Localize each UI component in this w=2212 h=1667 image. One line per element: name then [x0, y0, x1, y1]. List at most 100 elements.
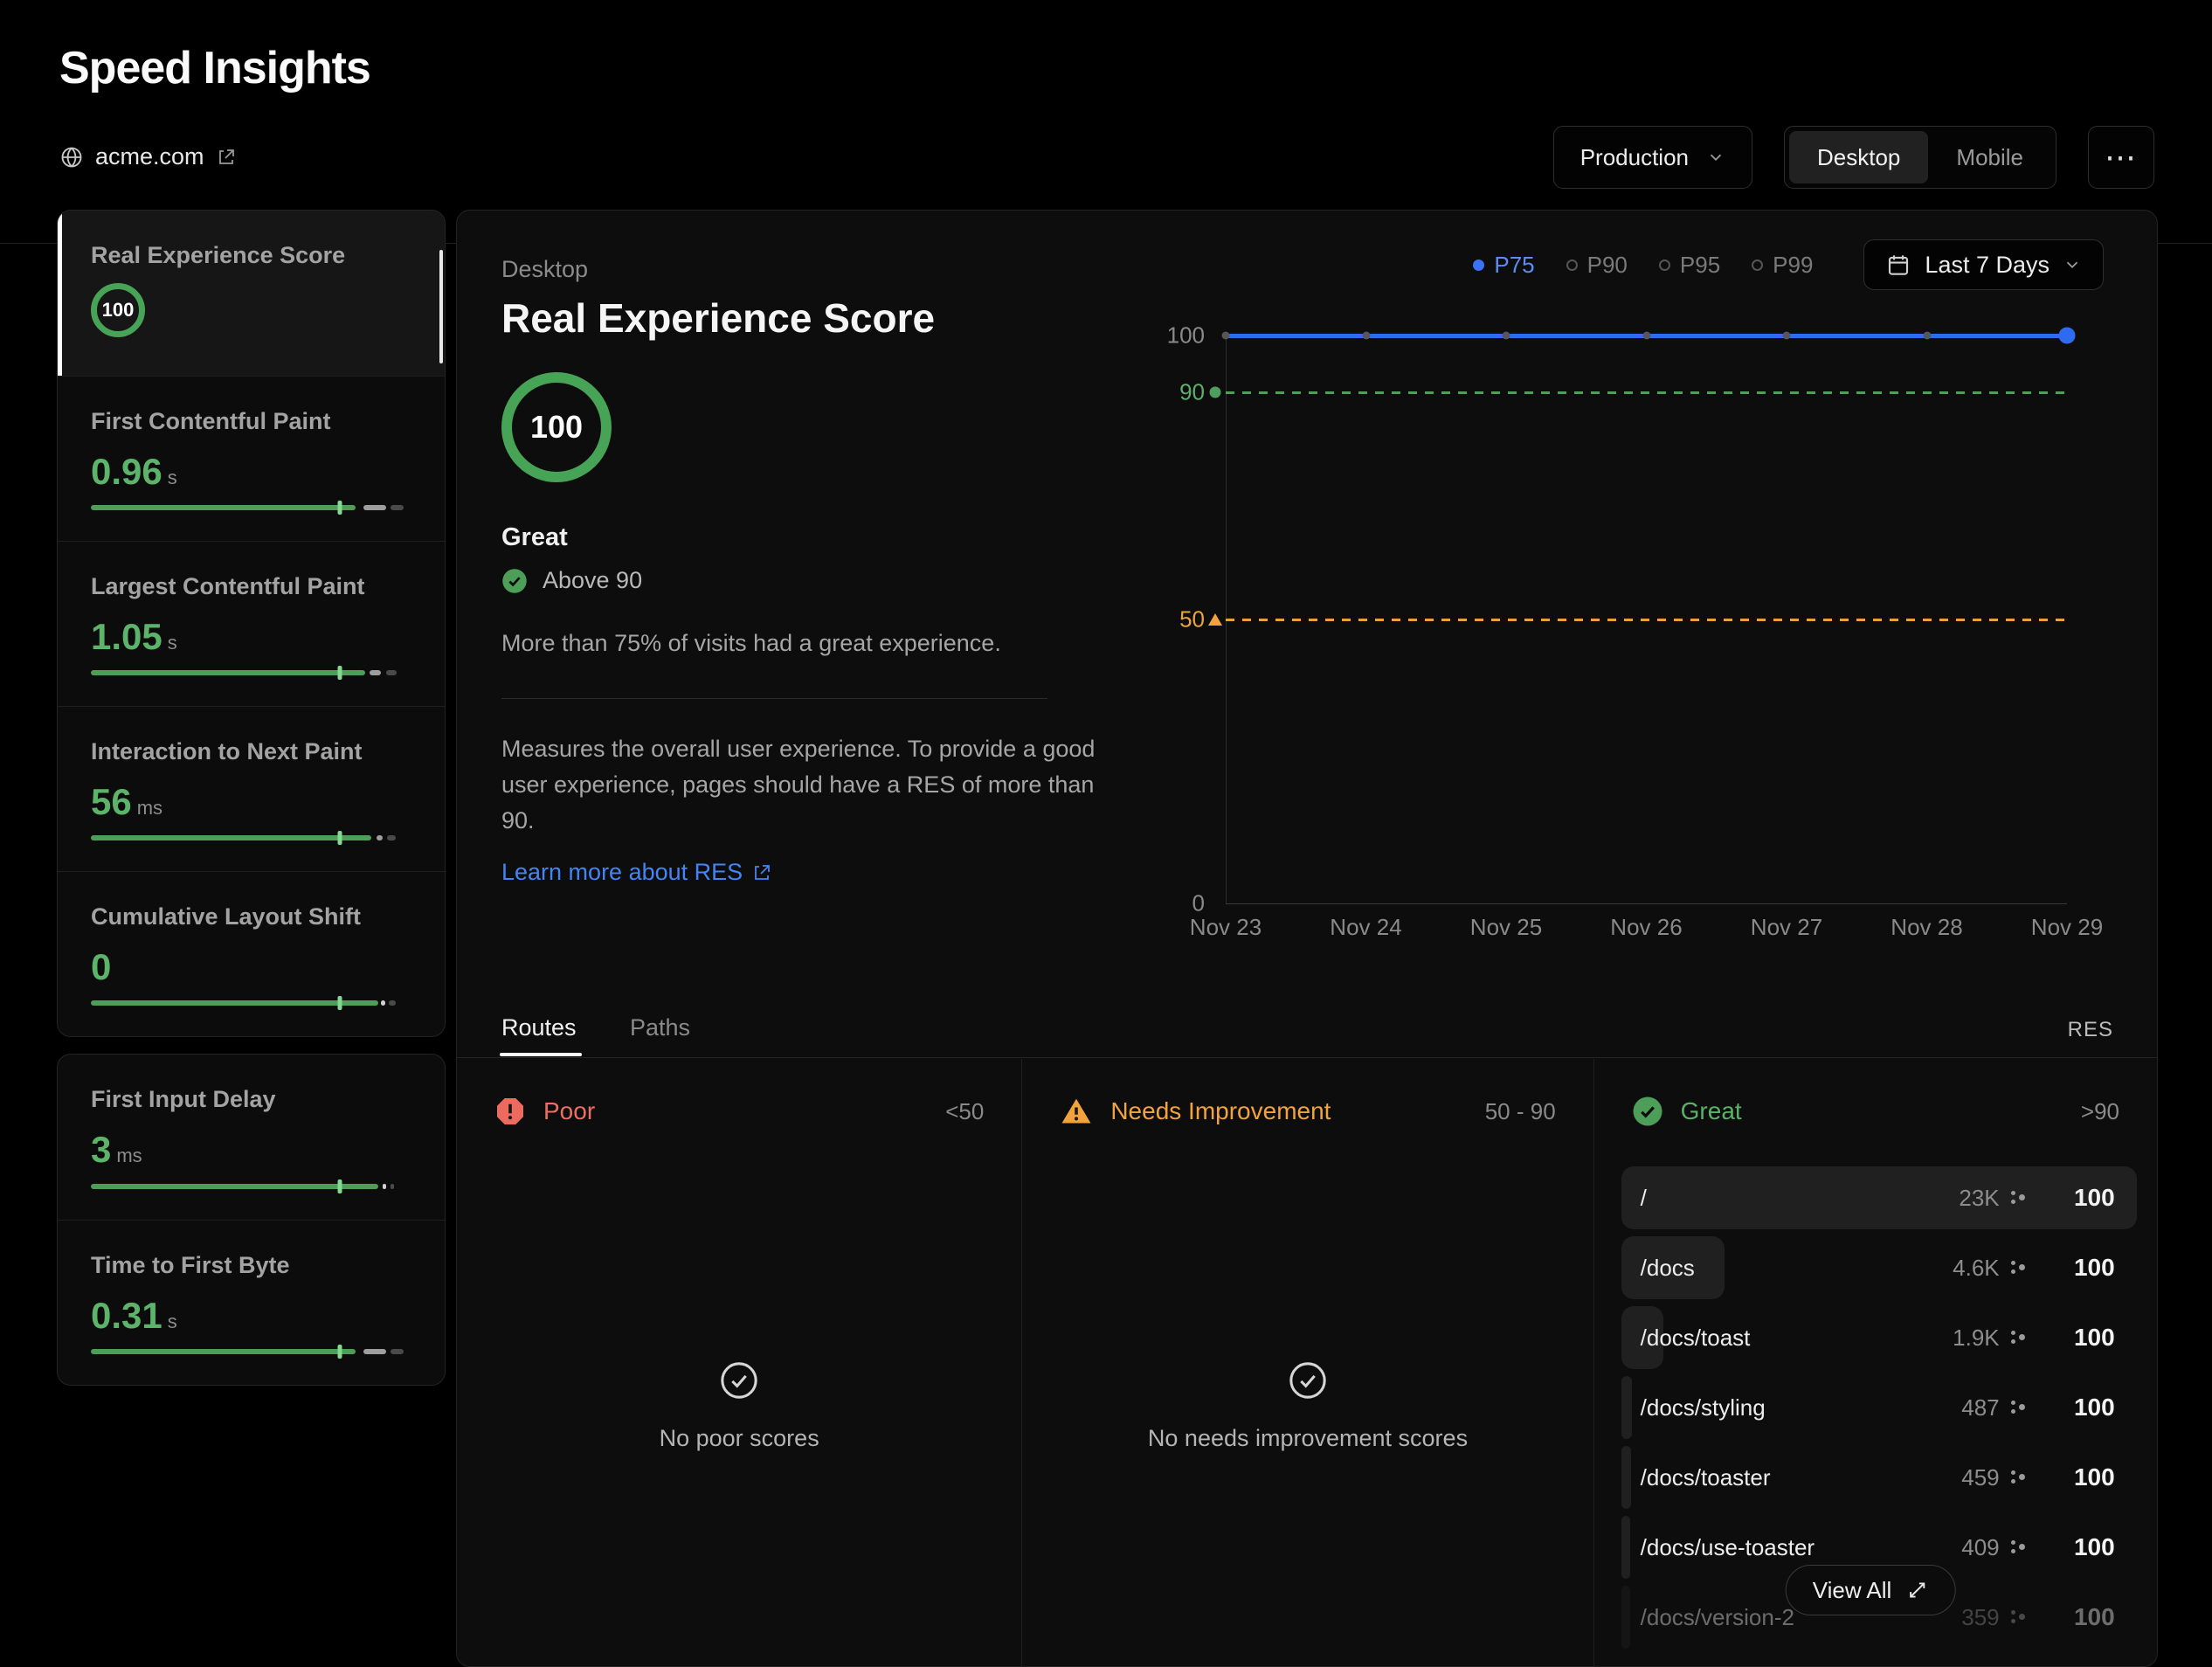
- route-row[interactable]: /docs/toaster459100: [1621, 1446, 2137, 1509]
- speed-insights-page: Speed Insights acme.com Production Deskt…: [0, 0, 2212, 1667]
- column-needs-improvement: Needs Improvement 50 - 90 No needs impro…: [1021, 1059, 1593, 1667]
- y-tick-90: 90: [1135, 379, 1205, 406]
- column-ni-title: Needs Improvement: [1110, 1097, 1331, 1125]
- active-indicator: [58, 211, 62, 376]
- metric-distribution-bar: [91, 831, 410, 845]
- legend-item-p90[interactable]: P90: [1566, 252, 1628, 279]
- legend-dot-icon: [1566, 259, 1578, 271]
- view-all-button[interactable]: View All: [1786, 1565, 1956, 1615]
- tab-routes[interactable]: Routes: [501, 1014, 577, 1041]
- device-tab-mobile[interactable]: Mobile: [1928, 131, 2051, 183]
- legend-label: P90: [1587, 252, 1628, 279]
- route-path: /docs: [1641, 1255, 1953, 1282]
- circle-check-outline-icon: [1288, 1360, 1328, 1401]
- warning-triangle-icon: [1060, 1096, 1093, 1127]
- header-controls: Production Desktop Mobile ⋯: [1553, 126, 2154, 189]
- traffic-bar: [1621, 1586, 1630, 1649]
- main-panel: Desktop Real Experience Score 100 Great …: [456, 210, 2158, 1667]
- external-link-icon: [216, 147, 237, 168]
- legend-item-p95[interactable]: P95: [1659, 252, 1720, 279]
- route-row[interactable]: /docs/styling487100: [1621, 1376, 2137, 1439]
- metric-card-first-contentful-paint[interactable]: First Contentful Paint0.96s: [58, 376, 445, 541]
- column-great-title: Great: [1681, 1097, 1742, 1125]
- metric-card-time-to-first-byte[interactable]: Time to First Byte 0.31s: [58, 1220, 445, 1385]
- reference-line-90: [1226, 391, 2067, 394]
- metric-unit: s: [168, 467, 177, 488]
- threshold-row: Above 90: [501, 567, 642, 594]
- legend-dot-icon: [1473, 259, 1484, 271]
- legend-item-p75[interactable]: P75: [1473, 252, 1534, 279]
- page-title: Speed Insights: [59, 42, 370, 94]
- route-score: 100: [2035, 1463, 2115, 1491]
- visitors-dots-icon: [2008, 1188, 2028, 1207]
- site-link[interactable]: acme.com: [59, 143, 237, 170]
- metric-card-interaction-to-next-paint[interactable]: Interaction to Next Paint56ms: [58, 706, 445, 871]
- threshold-triangle-icon: [1208, 613, 1222, 626]
- visitors-dots-icon: [2008, 1538, 2028, 1557]
- column-ni-range: 50 - 90: [1485, 1098, 1556, 1125]
- date-range-select[interactable]: Last 7 Days: [1863, 239, 2104, 290]
- chevron-down-icon: [1706, 148, 1725, 167]
- data-point: [1642, 332, 1650, 340]
- column-poor-range: <50: [945, 1098, 984, 1125]
- x-tick-nov-23: Nov 23: [1173, 914, 1278, 941]
- visitors-dots-icon: [2008, 1608, 2028, 1627]
- threshold-dot-icon: [1210, 387, 1221, 398]
- legend-label: P95: [1680, 252, 1720, 279]
- x-axis: [1226, 903, 2067, 904]
- metric-title: First Contentful Paint: [91, 408, 411, 435]
- column-poor-title: Poor: [543, 1097, 595, 1125]
- metric-card-first-input-delay[interactable]: First Input Delay3ms: [58, 1055, 445, 1220]
- visits-note: More than 75% of visits had a great expe…: [501, 630, 1001, 657]
- metric-title: Time to First Byte: [91, 1252, 411, 1279]
- panel-title: Real Experience Score: [501, 294, 935, 342]
- learn-more-link[interactable]: Learn more about RES: [501, 859, 772, 886]
- route-row[interactable]: /docs4.6K100: [1621, 1236, 2137, 1299]
- score-value: 100: [530, 409, 583, 446]
- column-poor-header: Poor <50: [457, 1096, 1021, 1127]
- view-all-label: View All: [1813, 1577, 1892, 1604]
- column-great-range: >90: [2081, 1098, 2119, 1125]
- threshold-label: Above 90: [543, 567, 642, 594]
- route-path: /docs/styling: [1641, 1394, 1962, 1421]
- metric-title: Largest Contentful Paint: [91, 573, 411, 600]
- route-path: /docs/use-toaster: [1641, 1534, 1962, 1561]
- environment-select[interactable]: Production: [1553, 126, 1752, 189]
- ellipsis-icon: ⋯: [2105, 139, 2138, 176]
- metric-value: 3ms: [91, 1129, 411, 1171]
- column-ni-header: Needs Improvement 50 - 90: [1022, 1096, 1593, 1127]
- metric-card-cumulative-layout-shift[interactable]: Cumulative Layout Shift0: [58, 871, 445, 1036]
- metric-score-ring: 100: [91, 283, 145, 337]
- route-path: /docs/toaster: [1641, 1464, 1962, 1491]
- metric-title: Interaction to Next Paint: [91, 738, 411, 765]
- more-options-button[interactable]: ⋯: [2088, 126, 2154, 189]
- route-path: /docs/toast: [1641, 1325, 1953, 1352]
- data-point: [1783, 332, 1791, 340]
- tab-paths[interactable]: Paths: [630, 1014, 690, 1041]
- legend-item-p99[interactable]: P99: [1752, 252, 1813, 279]
- traffic-bar: [1621, 1446, 1632, 1509]
- device-tab-desktop[interactable]: Desktop: [1789, 131, 1928, 183]
- rating-label: Great: [501, 523, 568, 552]
- metric-value: 0.31s: [91, 1295, 411, 1337]
- res-column-label: RES: [2068, 1018, 2113, 1042]
- route-score: 100: [2035, 1254, 2115, 1282]
- metric-card-largest-contentful-paint[interactable]: Largest Contentful Paint1.05s: [58, 541, 445, 706]
- metric-distribution-bar: [91, 1179, 410, 1193]
- route-row[interactable]: /docs/toast1.9K100: [1621, 1306, 2137, 1369]
- ni-empty-text: No needs improvement scores: [1148, 1425, 1468, 1452]
- score-ring: 100: [501, 372, 612, 482]
- metric-card-real-experience-score[interactable]: Real Experience Score100: [58, 211, 445, 376]
- poor-empty-text: No poor scores: [660, 1425, 819, 1452]
- route-visitors: 359: [1961, 1604, 1999, 1631]
- metric-unit: s: [168, 632, 177, 654]
- legend-label: P75: [1494, 252, 1534, 279]
- scrollbar-thumb[interactable]: [439, 250, 443, 363]
- reference-line-50: [1226, 619, 2067, 621]
- visitors-dots-icon: [2008, 1258, 2028, 1277]
- traffic-bar: [1621, 1516, 1630, 1579]
- metric-distribution-bar: [91, 501, 410, 515]
- route-score: 100: [2035, 1184, 2115, 1212]
- x-tick-nov-28: Nov 28: [1875, 914, 1980, 941]
- route-row[interactable]: /23K100: [1621, 1166, 2137, 1229]
